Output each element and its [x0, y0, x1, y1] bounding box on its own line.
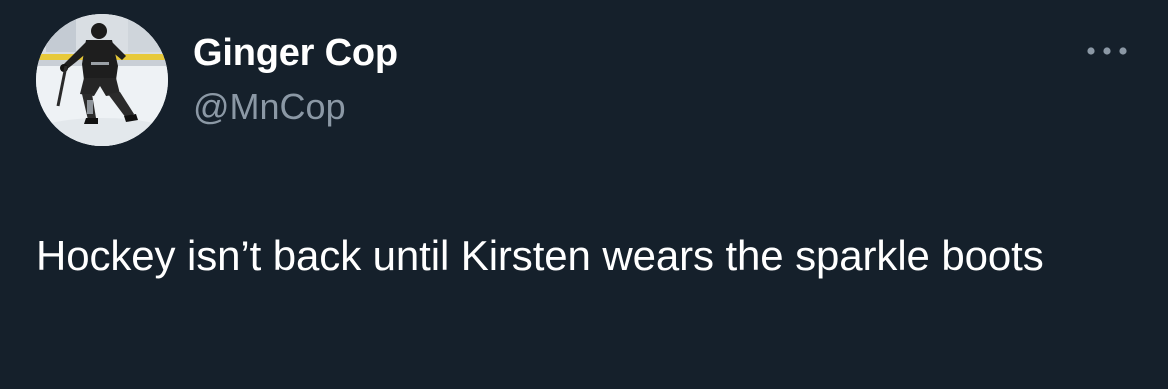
- avatar[interactable]: [36, 14, 168, 146]
- tweet-card: Ginger Cop @MnCop Hockey isn’t back unti…: [0, 0, 1168, 389]
- hockey-player-avatar-image: [36, 14, 168, 146]
- author-handle[interactable]: @MnCop: [193, 86, 346, 128]
- author-display-name[interactable]: Ginger Cop: [193, 32, 398, 75]
- more-horizontal-icon: [1087, 47, 1127, 55]
- more-options-button[interactable]: [1082, 36, 1132, 66]
- tweet-text: Hockey isn’t back until Kirsten wears th…: [36, 232, 1044, 279]
